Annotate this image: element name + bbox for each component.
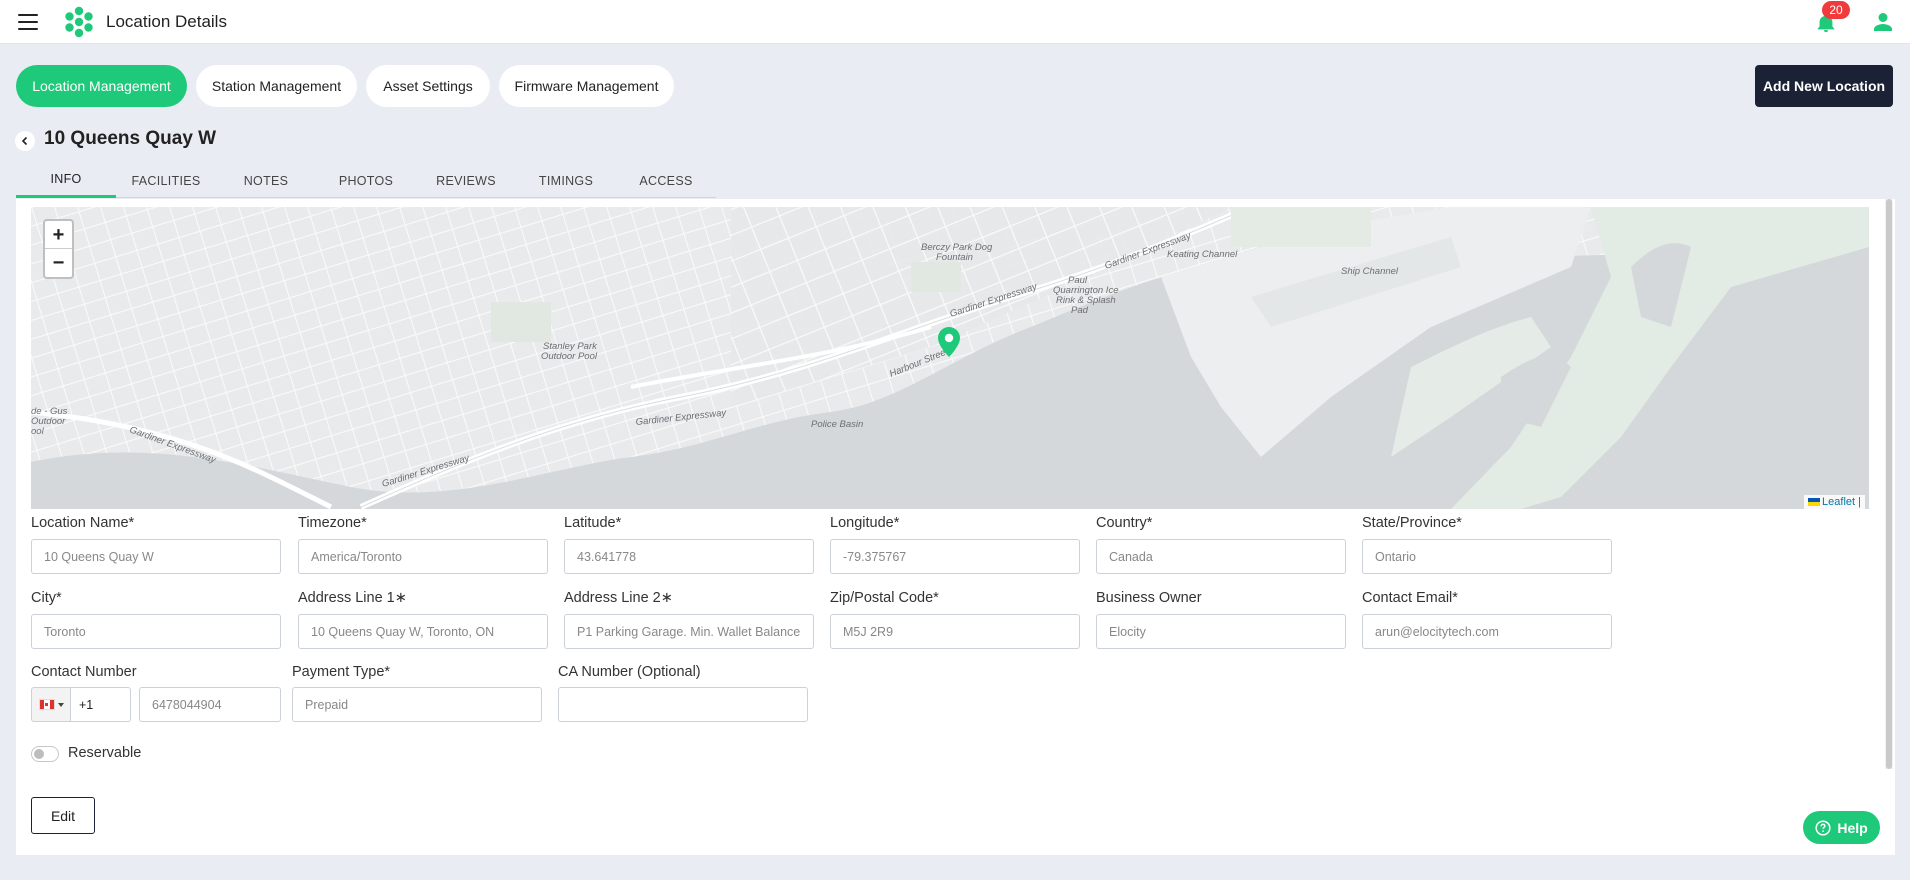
location-name-field[interactable]: 10 Queens Quay W (31, 539, 281, 574)
payment-type-label: Payment Type* (292, 664, 391, 680)
subtab-notes[interactable]: NOTES (216, 163, 316, 198)
canada-flag-icon (38, 699, 55, 710)
state-label: State/Province* (1362, 515, 1462, 531)
timezone-label: Timezone* (298, 515, 367, 531)
map-label-berczy-2: Fountain (936, 252, 973, 263)
map-label-paul-4: Pad (1071, 305, 1089, 316)
help-button[interactable]: Help (1803, 811, 1880, 844)
contact-number-field[interactable]: 6478044904 (139, 687, 281, 722)
address-line-2-label: Address Line 2∗ (564, 590, 673, 606)
latitude-label: Latitude* (564, 515, 622, 531)
chevron-left-icon (21, 136, 28, 146)
subtab-timings[interactable]: TIMINGS (516, 163, 616, 198)
subtab-facilities[interactable]: FACILITIES (116, 163, 216, 198)
app-title: Location Details (106, 12, 227, 31)
help-icon (1815, 819, 1831, 836)
country-field[interactable]: Canada (1096, 539, 1346, 574)
ca-number-label: CA Number (Optional) (558, 664, 701, 680)
map-label-gus-3: ool (31, 426, 45, 437)
help-label: Help (1837, 819, 1868, 836)
map-zoom-control: + − (43, 219, 74, 279)
longitude-label: Longitude* (830, 515, 900, 531)
contact-email-field[interactable]: arun@elocitytech.com (1362, 614, 1612, 649)
map-tiles: Berczy Park Dog Fountain Keating Channel… (31, 207, 1869, 509)
address-line-1-label: Address Line 1∗ (298, 590, 407, 606)
subtab-info[interactable]: INFO (16, 163, 116, 198)
add-new-location-button[interactable]: Add New Location (1755, 65, 1893, 107)
location-marker-icon[interactable] (938, 327, 960, 357)
dial-code: +1 (71, 687, 131, 722)
scrollbar[interactable] (1885, 199, 1893, 769)
chevron-down-icon (57, 702, 64, 707)
map-label-ship-channel: Ship Channel (1341, 266, 1399, 277)
subtab-access[interactable]: ACCESS (616, 163, 716, 198)
zoom-in-button[interactable]: + (45, 221, 72, 249)
zip-code-field[interactable]: M5J 2R9 (830, 614, 1080, 649)
tab-location-management[interactable]: Location Management (16, 65, 187, 107)
latitude-field[interactable]: 43.641778 (564, 539, 814, 574)
business-owner-label: Business Owner (1096, 590, 1202, 606)
ca-number-field[interactable] (558, 687, 808, 722)
subtab-bar: INFO FACILITIES NOTES PHOTOS REVIEWS TIM… (16, 163, 716, 198)
reservable-toggle[interactable] (31, 746, 59, 762)
state-field[interactable]: Ontario (1362, 539, 1612, 574)
location-title: 10 Queens Quay W (44, 128, 217, 149)
business-owner-field[interactable]: Elocity (1096, 614, 1346, 649)
map-label-keating: Keating Channel (1167, 249, 1238, 260)
location-name-label: Location Name* (31, 515, 135, 531)
tab-asset-settings[interactable]: Asset Settings (366, 65, 490, 107)
attribution-text[interactable]: Leaflet | (1822, 496, 1861, 508)
zip-code-label: Zip/Postal Code* (830, 590, 939, 606)
map-label-stanley-2: Outdoor Pool (541, 351, 598, 362)
city-field[interactable]: Toronto (31, 614, 281, 649)
user-icon[interactable] (1871, 10, 1895, 34)
city-label: City* (31, 590, 62, 606)
address-line-2-field[interactable]: P1 Parking Garage. Min. Wallet Balance (564, 614, 814, 649)
notification-badge: 20 (1822, 1, 1850, 19)
tab-firmware-management[interactable]: Firmware Management (499, 65, 674, 107)
map-label-police-basin: Police Basin (811, 419, 863, 430)
edit-button[interactable]: Edit (31, 797, 95, 834)
payment-type-field[interactable]: Prepaid (292, 687, 542, 722)
contact-email-label: Contact Email* (1362, 590, 1458, 606)
location-map[interactable]: Berczy Park Dog Fountain Keating Channel… (31, 207, 1869, 509)
ukraine-flag-icon (1808, 498, 1821, 507)
subtab-photos[interactable]: PHOTOS (316, 163, 416, 198)
zoom-out-button[interactable]: − (45, 249, 72, 277)
longitude-field[interactable]: -79.375767 (830, 539, 1080, 574)
back-button[interactable] (15, 131, 35, 151)
map-attribution[interactable]: Leaflet | (1804, 495, 1865, 509)
menu-icon[interactable] (18, 14, 38, 30)
country-code-select[interactable] (31, 687, 71, 722)
address-line-1-field[interactable]: 10 Queens Quay W, Toronto, ON (298, 614, 548, 649)
tab-station-management[interactable]: Station Management (196, 65, 357, 107)
contact-number-label: Contact Number (31, 664, 137, 680)
reservable-label: Reservable (68, 745, 142, 761)
country-label: Country* (1096, 515, 1153, 531)
timezone-field[interactable]: America/Toronto (298, 539, 548, 574)
top-bar: Location Details 20 (0, 0, 1910, 44)
logo-icon (65, 6, 93, 38)
subtab-reviews[interactable]: REVIEWS (416, 163, 516, 198)
info-card: Berczy Park Dog Fountain Keating Channel… (16, 199, 1895, 855)
